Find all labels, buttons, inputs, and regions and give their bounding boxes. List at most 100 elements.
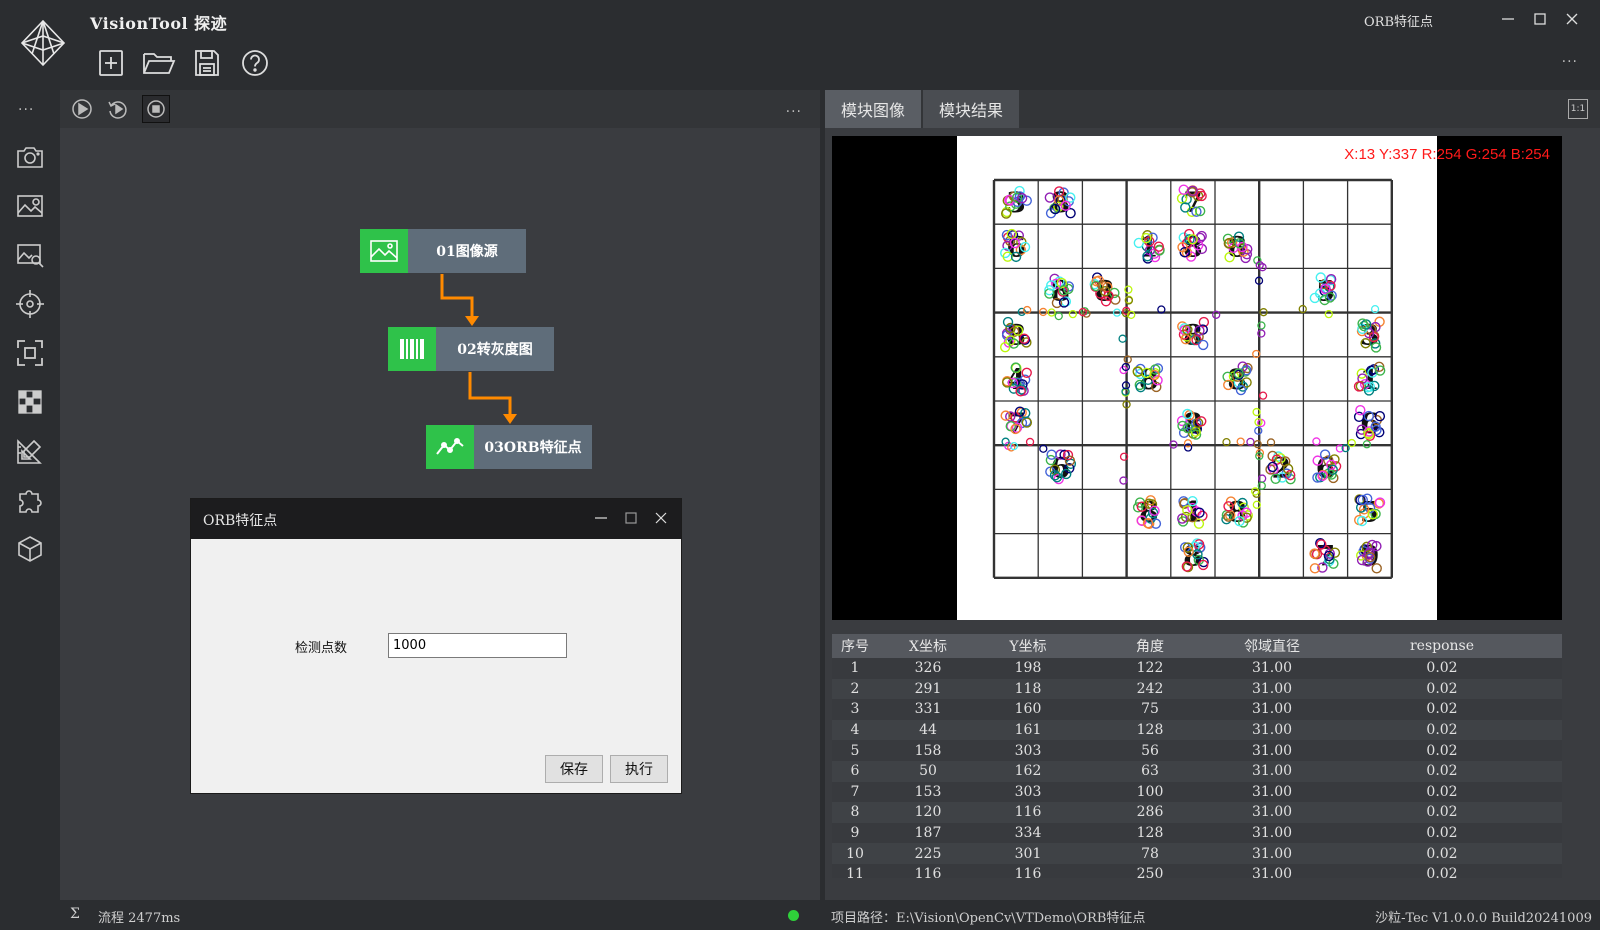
dialog-run-button[interactable]: 执行 (610, 755, 668, 783)
dialog-title: ORB特征点 (203, 513, 278, 529)
minimize-icon (1502, 18, 1514, 20)
results-column-header[interactable]: 序号 (832, 634, 878, 658)
run-once-button[interactable] (68, 95, 96, 123)
tab-module-result[interactable]: 模块结果 (923, 90, 1019, 128)
table-cell: 31.00 (1222, 863, 1322, 878)
dialog-save-button[interactable]: 保存 (545, 755, 603, 783)
table-row[interactable]: 1 326 198 122 31.00 0.02 (832, 658, 1562, 679)
help-button[interactable] (238, 46, 272, 80)
run-loop-button[interactable] (104, 95, 132, 123)
flow-node-label: 01图像源 (408, 229, 526, 273)
results-table[interactable]: 序号 X坐标 Y坐标 角度 邻域直径 response 1 326 198 122 31.00 0.… (832, 634, 1562, 878)
results-column-header[interactable]: Y坐标 (978, 634, 1078, 658)
table-cell: 0.02 (1322, 781, 1562, 803)
table-cell: 250 (1078, 863, 1222, 878)
new-file-button[interactable] (94, 46, 128, 80)
table-cell: 0.02 (1322, 843, 1562, 864)
stop-icon (147, 100, 165, 118)
sidebar-more-button[interactable]: ... (18, 98, 34, 114)
crosshair-icon (16, 290, 44, 318)
table-cell: 0.02 (1322, 822, 1562, 844)
table-cell: 0.02 (1322, 863, 1562, 878)
table-cell: 31.00 (1222, 843, 1322, 864)
table-row[interactable]: 2 291 118 242 31.00 0.02 (832, 678, 1562, 700)
results-column-header[interactable]: response (1322, 634, 1562, 658)
table-row[interactable]: 6 50 162 63 31.00 0.02 (832, 760, 1562, 782)
dialog-maximize-button[interactable] (623, 509, 639, 527)
flow-node-grayscale[interactable]: 02转灰度图 (388, 327, 554, 371)
dialog-close-button[interactable] (653, 509, 669, 527)
tool-sidebar: ... (0, 90, 60, 930)
table-cell: 326 (878, 658, 978, 679)
detect-count-input[interactable] (388, 633, 567, 658)
table-row[interactable]: 8 120 116 286 31.00 0.02 (832, 802, 1562, 823)
sidebar-item-plugins[interactable] (15, 485, 45, 515)
dialog-minimize-button[interactable] (593, 509, 609, 527)
sudoku-image: 387618888588348817866268185879 (957, 136, 1437, 620)
table-cell: 120 (878, 802, 978, 823)
image-viewer[interactable]: 387618888588348817866268185879 X:13 Y:33… (832, 136, 1562, 620)
table-cell: 31.00 (1222, 699, 1322, 720)
table-cell: 160 (978, 699, 1078, 720)
table-cell: 158 (878, 740, 978, 761)
actual-size-button[interactable]: 1:1 (1568, 99, 1588, 119)
sidebar-item-3d[interactable] (15, 534, 45, 564)
result-panel: 模块图像 模块结果 1:1 38761888858834881786626818… (825, 90, 1600, 900)
minimize-icon (595, 517, 607, 519)
table-row[interactable]: 10 225 301 78 31.00 0.02 (832, 843, 1562, 864)
sidebar-item-positioning[interactable] (15, 289, 45, 319)
table-row[interactable]: 11 116 116 250 31.00 0.02 (832, 863, 1562, 878)
sidebar-item-recognition[interactable] (15, 338, 45, 368)
cube-icon (18, 536, 42, 562)
table-cell: 78 (1078, 843, 1222, 864)
results-column-header[interactable]: 邻域直径 (1222, 634, 1322, 658)
table-row[interactable]: 4 44 161 128 31.00 0.02 (832, 719, 1562, 741)
flow-node-image-source[interactable]: 01图像源 (360, 229, 526, 273)
tab-module-image[interactable]: 模块图像 (825, 90, 921, 128)
run-once-icon (72, 99, 92, 119)
keypoint-marker (1258, 391, 1268, 400)
flow-more-button[interactable]: ... (786, 100, 802, 116)
image-settings-icon (17, 195, 43, 217)
sidebar-item-image-settings[interactable] (15, 191, 45, 221)
checker-grid-icon (18, 390, 42, 414)
focus-frame-icon (17, 340, 43, 366)
dialog-title-bar[interactable]: ORB特征点 (191, 499, 681, 539)
save-icon (195, 50, 219, 76)
table-cell: 0.02 (1322, 740, 1562, 761)
minimize-button[interactable] (1500, 10, 1516, 28)
image-search-icon (17, 244, 44, 268)
results-column-header[interactable]: X坐标 (878, 634, 978, 658)
close-button[interactable] (1564, 10, 1580, 28)
table-cell: 225 (878, 843, 978, 864)
sidebar-item-calibration[interactable] (15, 387, 45, 417)
table-row[interactable]: 5 158 303 56 31.00 0.02 (832, 740, 1562, 761)
table-row[interactable]: 9 187 334 128 31.00 0.02 (832, 822, 1562, 844)
table-cell: 31.00 (1222, 740, 1322, 761)
flow-node-orb-features[interactable]: 03ORB特征点 (426, 425, 592, 469)
maximize-button[interactable] (1532, 10, 1548, 28)
sidebar-item-measurement[interactable] (15, 436, 45, 466)
table-cell: 116 (878, 863, 978, 878)
table-cell: 331 (878, 699, 978, 720)
save-button[interactable] (190, 46, 224, 80)
arrow-2-3 (503, 414, 517, 424)
results-column-header[interactable]: 角度 (1078, 634, 1222, 658)
flow-toolbar: ... (60, 90, 820, 128)
window-module-title: ORB特征点 (1364, 15, 1433, 30)
table-cell: 0.02 (1322, 760, 1562, 782)
table-cell: 31.00 (1222, 802, 1322, 823)
more-menu-button[interactable]: ... (1562, 50, 1578, 66)
table-row[interactable]: 3 331 160 75 31.00 0.02 (832, 699, 1562, 720)
maximize-icon (625, 512, 637, 524)
flow-node-label: 03ORB特征点 (474, 425, 592, 469)
table-cell: 128 (1078, 719, 1222, 741)
stop-button[interactable] (142, 95, 170, 123)
sidebar-item-image-search[interactable] (15, 240, 45, 270)
table-row[interactable]: 7 153 303 100 31.00 0.02 (832, 781, 1562, 803)
result-tabs: 模块图像 模块结果 1:1 (825, 90, 1600, 128)
sidebar-item-camera[interactable] (15, 142, 45, 172)
flow-time: 流程 2477ms (98, 911, 181, 926)
table-cell: 44 (878, 719, 978, 741)
open-folder-button[interactable] (142, 46, 176, 80)
